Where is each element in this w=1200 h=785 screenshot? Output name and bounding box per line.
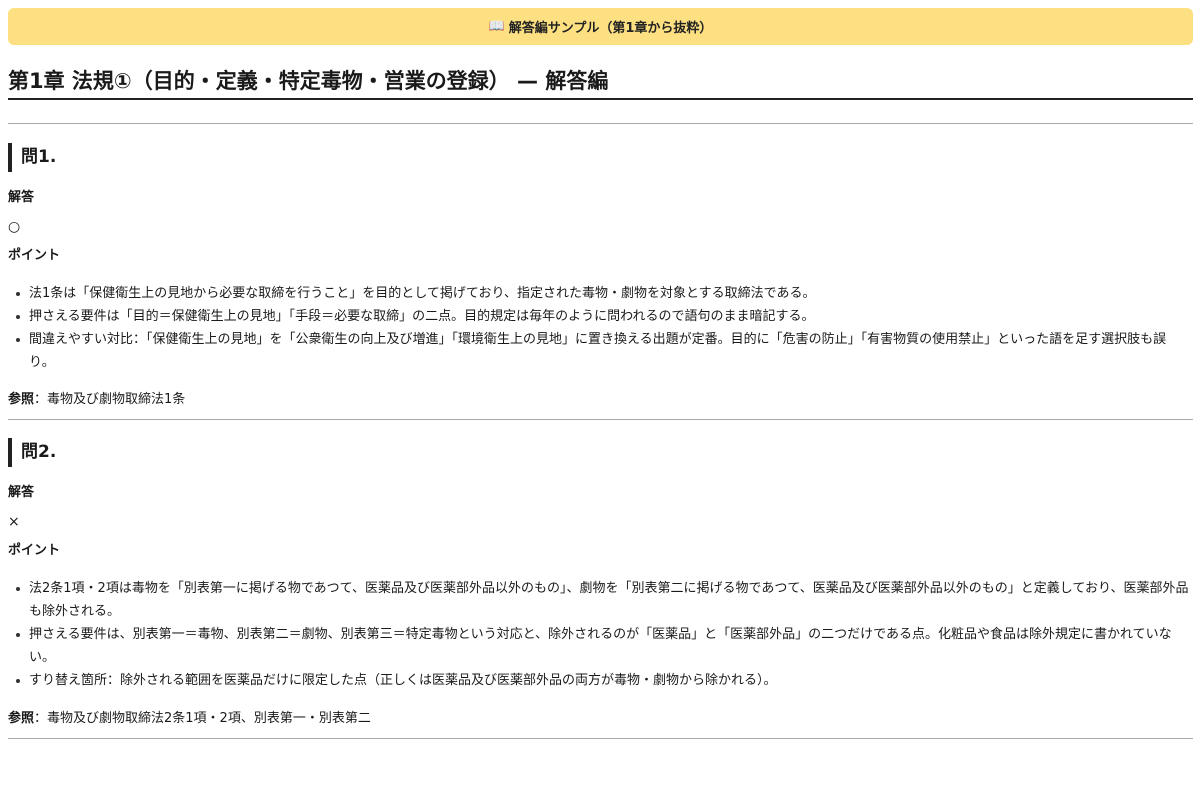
divider xyxy=(8,123,1193,124)
reference-label: 参照 xyxy=(8,711,35,726)
open-book-icon: 📖 xyxy=(488,19,505,34)
list-item: 間違えやすい対比：「保健衛生上の見地」を「公衆衛生の向上及び増進」「環境衛生上の… xyxy=(16,328,1191,374)
question-1-reference: 参照：毒物及び劇物取締法1条 xyxy=(8,391,185,409)
list-item: すり替え箇所：除外される範囲を医薬品だけに限定した点（正しくは医薬品及び医薬部外… xyxy=(16,669,1191,692)
reference-text: ：毒物及び劇物取締法1条 xyxy=(34,392,186,407)
question-2-points-list: 法2条1項・2項は毒物を「別表第一に掲げる物であつて、医薬品及び医薬部外品以外の… xyxy=(8,577,1191,692)
banner-text: 解答編サンプル（第1章から抜粋） xyxy=(508,21,713,36)
divider xyxy=(8,419,1193,420)
question-1-points-label: ポイント xyxy=(8,248,61,263)
divider xyxy=(8,738,1193,739)
reference-text: ：毒物及び劇物取締法2条1項・2項、別表第一・別表第二 xyxy=(34,711,371,726)
reference-label: 参照 xyxy=(8,392,35,407)
question-2-heading: 問2. xyxy=(8,438,56,467)
chapter-title: 第1章 法規①（目的・定義・特定毒物・営業の登録） — 解答編 xyxy=(8,64,1193,100)
question-2-points-label: ポイント xyxy=(8,543,61,558)
question-2-answer: × xyxy=(8,514,20,530)
list-item: 法1条は「保健衛生上の見地から必要な取締を行うこと」を目的として掲げており、指定… xyxy=(16,282,1191,305)
list-item: 押さえる要件は、別表第一＝毒物、別表第二＝劇物、別表第三＝特定毒物という対応と、… xyxy=(16,623,1191,669)
question-1-answer-label: 解答 xyxy=(8,190,35,205)
question-1-answer: ○ xyxy=(8,219,21,235)
sample-banner: 📖 解答編サンプル（第1章から抜粋） xyxy=(8,8,1193,45)
question-1-heading: 問1. xyxy=(8,143,56,172)
list-item: 押さえる要件は「目的＝保健衛生上の見地」「手段＝必要な取締」の二点。目的規定は毎… xyxy=(16,305,1191,328)
list-item: 法2条1項・2項は毒物を「別表第一に掲げる物であつて、医薬品及び医薬部外品以外の… xyxy=(16,577,1191,623)
question-1-points-list: 法1条は「保健衛生上の見地から必要な取締を行うこと」を目的として掲げており、指定… xyxy=(8,282,1191,374)
question-2-reference: 参照：毒物及び劇物取締法2条1項・2項、別表第一・別表第二 xyxy=(8,710,371,728)
question-2-answer-label: 解答 xyxy=(8,485,35,500)
